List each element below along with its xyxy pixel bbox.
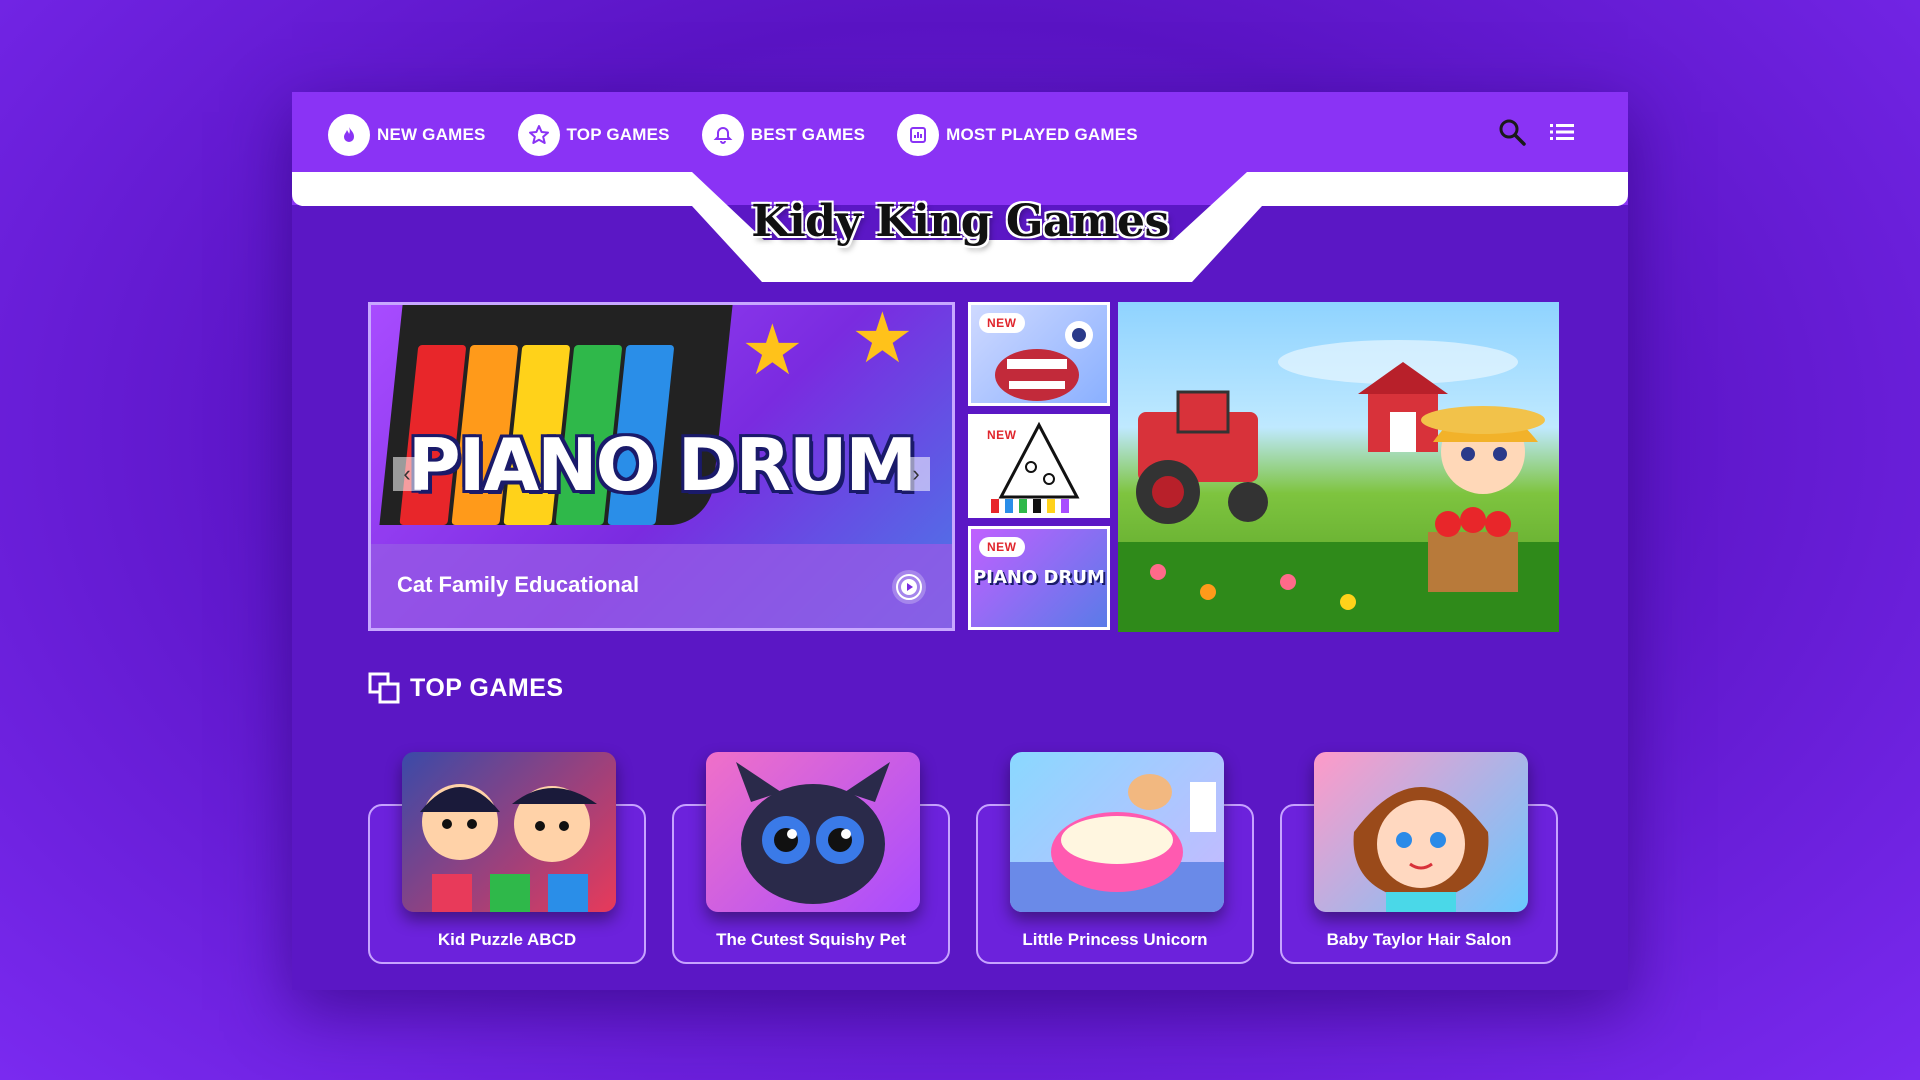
- game-card[interactable]: Baby Taylor Hair Salon: [1280, 752, 1558, 964]
- game-card[interactable]: Little Princess Unicorn: [976, 752, 1254, 964]
- prev-slide-button[interactable]: ‹: [393, 457, 421, 491]
- nav-best-games-label: BEST GAMES: [750, 125, 866, 144]
- nav-new-games[interactable]: NEW GAMES: [328, 114, 486, 156]
- game-card[interactable]: The Cutest Squishy Pet: [672, 752, 950, 964]
- top-games-heading: TOP GAMES: [368, 672, 564, 704]
- list-menu-icon: [1550, 124, 1574, 140]
- nav-most-played-games[interactable]: MOST PLAYED GAMES: [897, 114, 1138, 156]
- farm-game-art: [1118, 340, 1559, 632]
- header-tools: [1480, 114, 1580, 150]
- layers-icon: [368, 672, 400, 704]
- nav-top-games-label: TOP GAMES: [566, 125, 670, 144]
- game-card-image: [1314, 752, 1528, 912]
- new-game-thumbnail[interactable]: PIANO DRUM NEW: [968, 526, 1110, 630]
- star-decoration-icon: ★: [851, 302, 914, 377]
- star-icon: [517, 114, 560, 156]
- chevron-right-icon: ›: [912, 461, 920, 486]
- play-button[interactable]: [892, 570, 926, 604]
- bell-icon: [701, 114, 744, 156]
- chart-icon: [897, 114, 940, 156]
- hero-caption-text: Cat Family Educational: [397, 572, 640, 597]
- new-game-thumbnail[interactable]: NEW: [968, 414, 1110, 518]
- nav-most-played-games-label: MOST PLAYED GAMES: [946, 125, 1138, 144]
- new-badge: NEW: [979, 313, 1025, 333]
- star-decoration-icon: ★: [741, 311, 804, 389]
- game-card-image: [706, 752, 920, 912]
- hero-caption-bar: Cat Family Educational: [371, 544, 952, 628]
- thumbnail-art-text: PIANO DRUM: [973, 567, 1105, 588]
- featured-game-banner[interactable]: [1118, 302, 1559, 632]
- search-button[interactable]: [1494, 114, 1530, 150]
- section-title: TOP GAMES: [410, 673, 564, 702]
- site-logo[interactable]: Kidy King Games: [292, 196, 1628, 247]
- game-card[interactable]: Kid Puzzle ABCD: [368, 752, 646, 964]
- flame-icon: [328, 114, 370, 156]
- game-card-label: The Cutest Squishy Pet: [716, 930, 906, 949]
- game-card-label: Little Princess Unicorn: [1022, 930, 1208, 949]
- hero-slider[interactable]: ★ ★ PIANO DRUM ‹ › Cat Family Educationa…: [368, 302, 955, 631]
- new-badge: NEW: [979, 537, 1025, 557]
- new-game-thumbnail[interactable]: NEW: [968, 302, 1110, 406]
- new-badge: NEW: [979, 425, 1025, 445]
- nav-best-games[interactable]: BEST GAMES: [701, 114, 866, 156]
- main-nav: NEW GAMES TOP GAMES BEST GAMES MOST PLAY…: [328, 114, 1170, 156]
- game-card-label: Baby Taylor Hair Salon: [1326, 930, 1512, 949]
- search-icon: [1499, 119, 1526, 146]
- game-card-image: [402, 752, 616, 912]
- game-card-label: Kid Puzzle ABCD: [437, 930, 577, 949]
- nav-new-games-label: NEW GAMES: [377, 125, 486, 144]
- game-card-image: [1010, 752, 1224, 912]
- hero-title-art: PIANO DRUM: [407, 423, 917, 507]
- next-slide-button[interactable]: ›: [902, 457, 930, 491]
- page-container: NEW GAMES TOP GAMES BEST GAMES MOST PLAY…: [292, 92, 1628, 990]
- play-circle-icon: [896, 574, 922, 600]
- nav-top-games[interactable]: TOP GAMES: [517, 114, 670, 156]
- menu-button[interactable]: [1544, 114, 1580, 150]
- chevron-left-icon: ‹: [403, 461, 411, 486]
